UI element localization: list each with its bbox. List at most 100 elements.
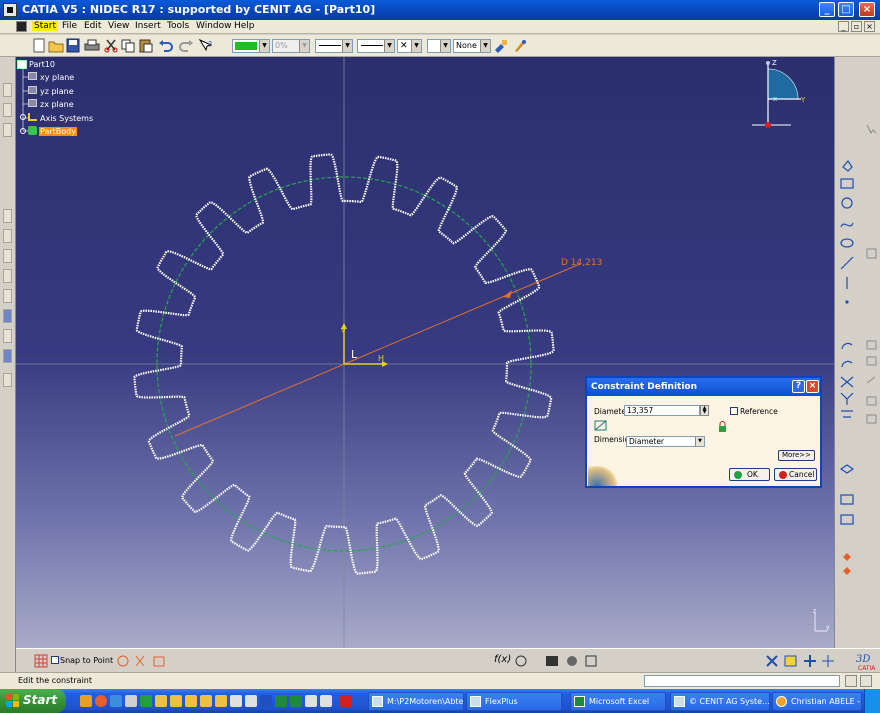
copy-icon[interactable] xyxy=(120,38,136,53)
ie-icon[interactable] xyxy=(110,695,122,707)
diameter-input[interactable]: 13,357 xyxy=(624,405,700,416)
dock-handle[interactable] xyxy=(3,349,12,363)
save-icon[interactable] xyxy=(65,38,81,53)
mirror-icon[interactable] xyxy=(840,392,854,405)
comment-icon[interactable] xyxy=(515,655,527,667)
word-icon[interactable] xyxy=(260,695,272,707)
dock-handle[interactable] xyxy=(3,249,12,263)
dock-handle[interactable] xyxy=(3,103,12,117)
line-icon[interactable] xyxy=(840,256,854,270)
quicklaunch-icon[interactable] xyxy=(140,695,152,707)
expand-icon[interactable] xyxy=(20,114,26,120)
quicklaunch-icon[interactable] xyxy=(245,695,257,707)
compass-origin-handle[interactable] xyxy=(765,122,771,128)
brush-icon[interactable] xyxy=(512,38,528,53)
rotate-icon[interactable] xyxy=(822,655,834,667)
constraint-tool-icon[interactable] xyxy=(866,248,877,259)
dialog-help-button[interactable]: ? xyxy=(792,380,805,393)
trim-icon[interactable] xyxy=(840,376,854,388)
sketch-analysis-icon[interactable] xyxy=(840,514,854,525)
taskbar-item[interactable]: Microsoft Excel xyxy=(570,692,666,711)
menu-edit[interactable]: Edit xyxy=(84,21,101,31)
lock-icon[interactable] xyxy=(718,420,727,433)
menu-file[interactable]: File xyxy=(62,21,77,31)
new-icon[interactable] xyxy=(31,38,47,53)
menu-view[interactable]: View xyxy=(108,21,129,31)
document-icon[interactable] xyxy=(16,21,27,32)
dock-handle[interactable] xyxy=(3,329,12,343)
part-icon[interactable] xyxy=(17,60,27,69)
quicklaunch-icon[interactable] xyxy=(230,695,242,707)
chamfer-icon[interactable] xyxy=(841,360,853,368)
taskbar-item[interactable]: © CENIT AG Syste... xyxy=(670,692,770,711)
pan-icon[interactable] xyxy=(804,655,816,667)
transparency-combo[interactable]: 0% ▼ xyxy=(272,39,310,53)
rectangle-icon[interactable] xyxy=(840,178,854,189)
acrobat-icon[interactable] xyxy=(340,695,352,707)
tree-item-partbody[interactable]: PartBody xyxy=(39,127,77,136)
menu-help[interactable]: Help xyxy=(234,21,255,31)
folder-icon[interactable] xyxy=(200,695,212,707)
cancel-button[interactable]: Cancel xyxy=(774,468,817,481)
select-arrow-icon[interactable] xyxy=(866,124,877,134)
folder-icon[interactable] xyxy=(185,695,197,707)
dimension-select[interactable]: Diameter ▼ xyxy=(626,436,705,447)
dialog-title-bar[interactable]: Constraint Definition ? × xyxy=(587,378,820,396)
cut-icon[interactable] xyxy=(103,38,119,53)
orange-tool-icon[interactable] xyxy=(843,553,851,561)
spline-icon[interactable] xyxy=(840,222,854,228)
open-icon[interactable] xyxy=(48,38,64,53)
compass[interactable]: Z Y x xyxy=(752,59,806,128)
system-tray[interactable] xyxy=(864,689,880,713)
menu-window[interactable]: Window xyxy=(196,21,232,31)
tree-item-xy-plane[interactable]: xy plane xyxy=(40,73,74,82)
diameter-dimension-label[interactable]: D 14,213 xyxy=(561,258,602,268)
redo-icon[interactable] xyxy=(178,38,194,53)
operation-icon[interactable] xyxy=(866,340,877,350)
folder-icon[interactable] xyxy=(215,695,227,707)
dock-handle[interactable] xyxy=(3,269,12,283)
tree-item-zx-plane[interactable]: zx plane xyxy=(40,100,74,109)
print-icon[interactable] xyxy=(84,38,100,53)
tree-item-yz-plane[interactable]: yz plane xyxy=(40,87,74,96)
point-icon[interactable] xyxy=(845,300,849,304)
minimize-button[interactable]: _ xyxy=(819,2,835,17)
snap-to-point-checkbox[interactable] xyxy=(51,656,59,664)
dialog-close-button[interactable]: × xyxy=(806,380,819,393)
point-symbol-combo[interactable]: ✕ ▼ xyxy=(397,39,422,53)
sketch-canvas[interactable]: D 14,213 V H L Z Y x z y xyxy=(16,57,834,648)
layer-combo[interactable]: ▼ xyxy=(427,39,451,53)
3d-viewport[interactable]: D 14,213 V H L Z Y x z y Part10 xy plane… xyxy=(16,57,834,648)
exit-sketch-icon[interactable] xyxy=(840,494,854,505)
whats-this-icon[interactable]: ? xyxy=(198,38,214,53)
status-button[interactable] xyxy=(860,675,872,687)
dimensional-constraints-icon[interactable] xyxy=(153,656,165,667)
start-button[interactable]: Start xyxy=(0,689,66,713)
menu-start[interactable]: Start xyxy=(32,21,58,31)
fly-mode-icon[interactable] xyxy=(766,655,778,667)
expand-icon[interactable] xyxy=(20,128,26,134)
dock-handle[interactable] xyxy=(3,309,12,323)
construction-element-icon[interactable] xyxy=(117,655,129,667)
catia-app-icon[interactable] xyxy=(3,3,17,17)
tree-item-axis-systems[interactable]: Axis Systems xyxy=(40,114,93,123)
geometric-constraints-icon[interactable] xyxy=(135,655,145,667)
close-button[interactable]: × xyxy=(859,2,875,17)
constraint-icon[interactable] xyxy=(839,464,855,474)
operation-icon[interactable] xyxy=(866,414,877,424)
dock-handle[interactable] xyxy=(3,373,12,387)
table-icon[interactable] xyxy=(546,656,558,666)
formula-icon[interactable]: f(x) xyxy=(494,654,511,665)
dock-handle[interactable] xyxy=(3,289,12,303)
tree-root-part10[interactable]: Part10 xyxy=(29,60,55,69)
camera-icon[interactable] xyxy=(567,656,577,666)
diameter-spinner[interactable]: ▲ ▼ xyxy=(700,405,709,416)
quicklaunch-icon[interactable] xyxy=(320,695,332,707)
firefox-icon[interactable] xyxy=(95,695,107,707)
menu-tools[interactable]: Tools xyxy=(167,21,189,31)
folder-icon[interactable] xyxy=(155,695,167,707)
maximize-button[interactable]: □ xyxy=(838,2,854,17)
dock-handle[interactable] xyxy=(3,209,12,223)
paste-icon[interactable] xyxy=(138,38,154,53)
more-button[interactable]: More>> xyxy=(778,450,815,461)
